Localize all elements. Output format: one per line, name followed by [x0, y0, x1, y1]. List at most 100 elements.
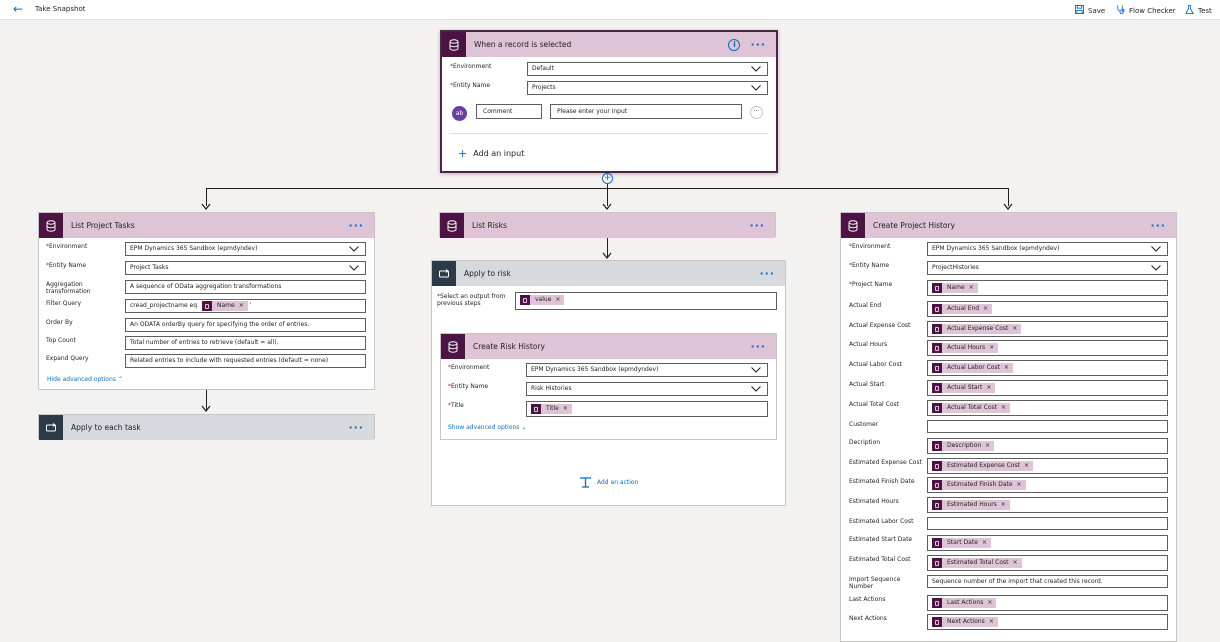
input-field[interactable]: Next Actions ×	[927, 614, 1168, 630]
environment-dropdown[interactable]: EPM Dynamics 365 Sandbox (epmdyndev)	[125, 242, 366, 256]
create-risk-history-card[interactable]: Create Risk History ··· *Environment EPM…	[440, 333, 777, 440]
more-options-icon[interactable]: ···	[1150, 220, 1166, 231]
ellipsis-icon[interactable]: ···	[750, 106, 763, 119]
dynamic-content-token[interactable]: Title ×	[531, 404, 572, 414]
more-options-icon[interactable]: ···	[749, 220, 765, 231]
x-icon[interactable]: ×	[563, 404, 568, 414]
x-icon[interactable]: ×	[1012, 324, 1017, 334]
x-icon[interactable]: ×	[985, 441, 990, 451]
input-field[interactable]: Actual Hours ×	[927, 340, 1168, 356]
top-count-input[interactable]: Total number of entries to retrieve (def…	[125, 336, 366, 350]
dynamic-content-token[interactable]: Estimated Finish Date ×	[932, 480, 1026, 490]
input-field[interactable]: Estimated Expense Cost ×	[927, 458, 1168, 474]
entity-name-dropdown[interactable]: Project Tasks	[125, 261, 366, 275]
show-advanced-options-link[interactable]: Show advanced options ⌄	[448, 424, 526, 431]
hide-advanced-options-link[interactable]: Hide advanced options ⌃	[47, 376, 123, 383]
insert-step-button[interactable]: +	[602, 173, 613, 184]
input-field[interactable]: Estimated Total Cost ×	[927, 555, 1168, 571]
dynamic-content-token[interactable]: Description ×	[932, 441, 995, 451]
list-risks-card[interactable]: List Risks ···	[439, 212, 776, 238]
more-options-icon[interactable]: ···	[750, 341, 766, 352]
x-icon[interactable]: ×	[1004, 363, 1009, 373]
comment-value-input[interactable]: Please enter your input	[550, 104, 742, 119]
dynamic-content-token[interactable]: Start Date ×	[932, 538, 991, 548]
aggregation-input[interactable]: A sequence of OData aggregation transfor…	[125, 280, 366, 294]
apply-to-risk-card[interactable]: Apply to risk ··· *Select an output from…	[431, 260, 786, 506]
dynamic-content-token[interactable]: Estimated Expense Cost ×	[932, 461, 1033, 471]
input-field[interactable]: Estimated Finish Date ×	[927, 477, 1168, 493]
environment-dropdown[interactable]: Default	[527, 62, 768, 76]
create-project-history-card[interactable]: Create Project History ··· *Environment E…	[840, 212, 1177, 642]
dropdown-field[interactable]: EPM Dynamics 365 Sandbox (epmdyndev)	[927, 242, 1168, 256]
dynamic-content-token[interactable]: Actual Expense Cost ×	[932, 324, 1022, 334]
add-action-button[interactable]: Add an action	[579, 477, 638, 488]
title-input[interactable]: Title ×	[526, 401, 768, 417]
select-output-input[interactable]: value ×	[515, 292, 777, 310]
input-field[interactable]: Name ×	[927, 280, 1168, 296]
x-icon[interactable]: ×	[987, 598, 992, 608]
card-title: When a record is selected	[474, 40, 572, 49]
chevron-down-icon	[1151, 265, 1161, 271]
entity-name-dropdown[interactable]: Risk Histories	[526, 382, 768, 396]
more-options-icon[interactable]: ···	[759, 268, 775, 279]
flow-checker-button[interactable]: Flow Checker	[1116, 5, 1176, 17]
x-icon[interactable]: ×	[1001, 500, 1006, 510]
input-field[interactable]	[927, 420, 1168, 433]
dynamic-content-token[interactable]: Name ×	[932, 283, 978, 293]
dynamic-content-token[interactable]: Estimated Hours ×	[932, 500, 1010, 510]
more-options-icon[interactable]: ···	[348, 220, 364, 231]
input-field[interactable]: Description ×	[927, 438, 1168, 454]
dynamic-content-token[interactable]: Actual Start ×	[932, 383, 996, 393]
x-icon[interactable]: ×	[555, 295, 560, 305]
save-button[interactable]: Save	[1075, 5, 1105, 17]
dynamic-content-token[interactable]: Actual Hours ×	[932, 343, 999, 353]
input-field[interactable]: Actual Labor Cost ×	[927, 360, 1168, 376]
x-icon[interactable]: ×	[989, 617, 994, 627]
filter-query-input[interactable]: cread_projectname eq Name × '	[125, 299, 366, 313]
dynamic-content-token[interactable]: Next Actions ×	[932, 617, 998, 627]
input-field[interactable]: Start Date ×	[927, 535, 1168, 551]
x-icon[interactable]: ×	[982, 538, 987, 548]
dropdown-field[interactable]: ProjectHistories	[927, 261, 1168, 275]
environment-dropdown[interactable]: EPM Dynamics 365 Sandbox (epmdyndev)	[526, 363, 768, 377]
trigger-card[interactable]: When a record is selected i ··· *Environ…	[440, 30, 778, 173]
x-icon[interactable]: ×	[1017, 480, 1022, 490]
x-icon[interactable]: ×	[983, 304, 988, 314]
database-icon	[932, 598, 942, 608]
x-icon[interactable]: ×	[989, 343, 994, 353]
info-icon[interactable]: i	[728, 38, 741, 51]
x-icon[interactable]: ×	[1024, 461, 1029, 471]
entity-name-dropdown[interactable]: Projects	[527, 81, 768, 95]
input-field[interactable]	[927, 517, 1168, 530]
x-icon[interactable]: ×	[969, 283, 974, 293]
input-field[interactable]: Actual Expense Cost ×	[927, 321, 1168, 337]
input-field[interactable]: Estimated Hours ×	[927, 497, 1168, 513]
comment-name-input[interactable]: Comment	[476, 104, 542, 119]
order-by-input[interactable]: An ODATA orderBy query for specifying th…	[125, 318, 366, 332]
dynamic-content-token[interactable]: value ×	[520, 295, 565, 305]
input-field[interactable]: Sequence number of the import that creat…	[927, 575, 1168, 588]
x-icon[interactable]: ×	[239, 301, 244, 311]
more-options-icon[interactable]: ···	[750, 39, 766, 50]
more-options-icon[interactable]: ···	[348, 422, 364, 433]
add-input-button[interactable]: + Add an input	[458, 147, 524, 160]
dynamic-content-token[interactable]: Estimated Total Cost ×	[932, 558, 1022, 568]
list-project-tasks-card[interactable]: List Project Tasks ··· *Environment EPM …	[38, 212, 375, 390]
apply-to-each-task-card[interactable]: Apply to each task ···	[38, 414, 375, 440]
expand-query-input[interactable]: Related entries to include with requeste…	[125, 354, 366, 368]
input-field[interactable]: Actual Start ×	[927, 380, 1168, 396]
test-button[interactable]: Test	[1185, 5, 1212, 17]
input-field[interactable]: Actual Total Cost ×	[927, 400, 1168, 416]
dynamic-content-token[interactable]: Name ×	[201, 301, 248, 311]
input-field[interactable]: Last Actions ×	[927, 595, 1168, 611]
flow-title: Take Snapshot	[35, 5, 86, 13]
dynamic-content-token[interactable]: Actual Total Cost ×	[932, 403, 1010, 413]
x-icon[interactable]: ×	[1001, 403, 1006, 413]
x-icon[interactable]: ×	[986, 383, 991, 393]
input-field[interactable]: Actual End ×	[927, 301, 1168, 317]
dynamic-content-token[interactable]: Actual Labor Cost ×	[932, 363, 1013, 373]
arrow-left-icon[interactable]: ←	[13, 2, 23, 16]
dynamic-content-token[interactable]: Actual End ×	[932, 304, 993, 314]
x-icon[interactable]: ×	[1012, 558, 1017, 568]
dynamic-content-token[interactable]: Last Actions ×	[932, 598, 997, 608]
